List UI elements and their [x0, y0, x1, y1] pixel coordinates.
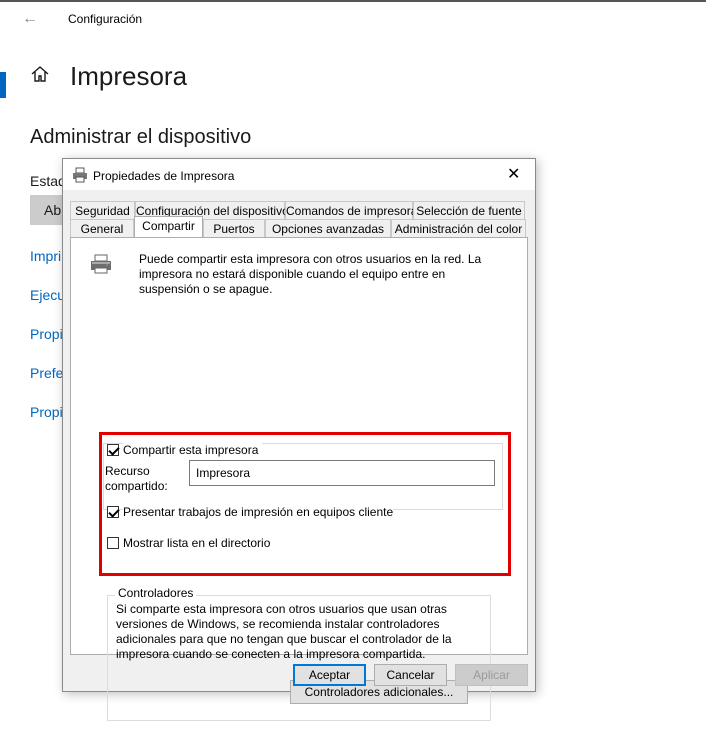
tab-seguridad[interactable]: Seguridad: [70, 201, 135, 219]
home-icon[interactable]: [30, 64, 50, 84]
shared-printer-icon: [91, 254, 111, 274]
cancel-button[interactable]: Cancelar: [374, 664, 447, 686]
tab-compartir[interactable]: Compartir: [134, 216, 203, 237]
tab-opciones-avanzadas[interactable]: Opciones avanzadas: [265, 219, 391, 237]
sharing-info-text: Puede compartir esta impresora con otros…: [139, 252, 482, 296]
link-printer-properties[interactable]: Propi: [30, 326, 63, 342]
drivers-group-title: Controladores: [115, 586, 197, 600]
tab-general[interactable]: General: [70, 219, 134, 237]
close-icon[interactable]: ✕: [507, 164, 520, 184]
tab-seleccion-fuente[interactable]: Selección de fuente: [413, 201, 525, 219]
tab-administracion-color[interactable]: Administración del color: [391, 219, 526, 237]
printer-properties-dialog: Propiedades de Impresora ✕ Seguridad Con…: [62, 158, 536, 721]
link-print-test[interactable]: Impri: [30, 248, 61, 264]
link-printing-preferences[interactable]: Prefe: [30, 365, 63, 381]
highlight-box: [99, 432, 511, 576]
ok-button[interactable]: Aceptar: [293, 664, 366, 686]
link-troubleshooter[interactable]: Ejecu: [30, 287, 65, 303]
sharing-panel: Puede compartir esta impresora con otros…: [70, 237, 528, 721]
window-top-edge: [0, 0, 706, 2]
dialog-title: Propiedades de Impresora: [93, 169, 235, 183]
app-title: Configuración: [68, 12, 143, 26]
drivers-info-text: Si comparte esta impresora con otros usu…: [116, 602, 452, 661]
printer-icon: [73, 167, 87, 183]
status-label: Estad: [30, 173, 66, 189]
section-title: Administrar el dispositivo: [30, 126, 252, 148]
page-title: Impresora: [70, 61, 188, 91]
apply-button[interactable]: Aplicar: [455, 664, 528, 686]
dialog-titlebar: Propiedades de Impresora ✕: [63, 159, 535, 190]
tab-puertos[interactable]: Puertos: [203, 219, 265, 237]
back-arrow-icon[interactable]: ←: [22, 10, 38, 28]
tab-comandos-impresora[interactable]: Comandos de impresora: [285, 201, 417, 219]
accent-bar: [0, 72, 6, 98]
link-hardware-properties[interactable]: Propi: [30, 404, 63, 420]
